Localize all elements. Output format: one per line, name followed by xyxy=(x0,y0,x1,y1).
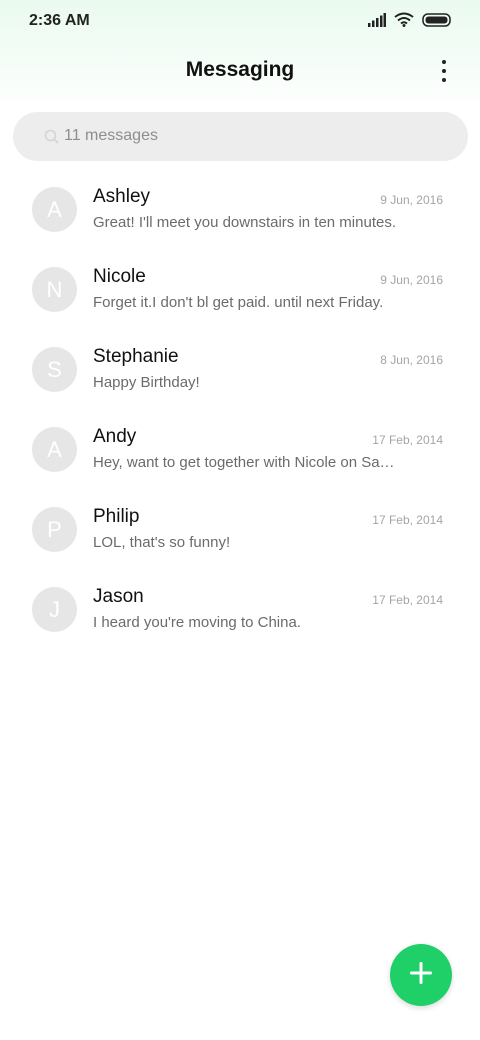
status-bar: 2:36 AM xyxy=(0,0,480,44)
avatar: P xyxy=(32,507,77,552)
search-placeholder: 11 messages xyxy=(64,127,158,144)
message-date: 9 Jun, 2016 xyxy=(380,273,443,287)
more-options-button[interactable] xyxy=(432,56,456,86)
contact-name: Stephanie xyxy=(93,346,179,367)
conversation-list: A Ashley 9 Jun, 2016 Great! I'll meet yo… xyxy=(0,170,480,650)
list-item[interactable]: N Nicole 9 Jun, 2016 Forget it.I don't b… xyxy=(0,250,480,330)
list-item[interactable]: A Andy 17 Feb, 2014 Hey, want to get tog… xyxy=(0,410,480,490)
avatar: N xyxy=(32,267,77,312)
message-preview: Forget it.I don't bl get paid. until nex… xyxy=(93,294,384,311)
wifi-icon xyxy=(394,12,414,32)
more-vert-icon xyxy=(442,60,446,64)
signal-icon xyxy=(368,12,386,32)
contact-name: Nicole xyxy=(93,266,146,287)
list-item[interactable]: S Stephanie 8 Jun, 2016 Happy Birthday! xyxy=(0,330,480,410)
contact-name: Ashley xyxy=(93,186,151,207)
message-preview: Hey, want to get together with Nicole on… xyxy=(93,454,398,471)
avatar: A xyxy=(32,187,77,232)
avatar: A xyxy=(32,427,77,472)
app-bar: Messaging xyxy=(0,48,480,94)
search-icon xyxy=(44,129,59,144)
status-icons xyxy=(368,12,452,32)
status-time: 2:36 AM xyxy=(29,12,90,29)
contact-name: Jason xyxy=(93,586,144,607)
list-item[interactable]: A Ashley 9 Jun, 2016 Great! I'll meet yo… xyxy=(0,170,480,250)
new-message-button[interactable] xyxy=(390,944,452,1006)
battery-icon xyxy=(422,12,452,32)
more-vert-icon-dot xyxy=(442,78,446,82)
message-date: 9 Jun, 2016 xyxy=(380,193,443,207)
more-vert-icon-dot xyxy=(442,69,446,73)
avatar: S xyxy=(32,347,77,392)
message-date: 17 Feb, 2014 xyxy=(372,433,443,447)
plus-icon xyxy=(409,961,433,990)
search-input[interactable]: 11 messages xyxy=(13,112,468,161)
page-title: Messaging xyxy=(185,58,295,81)
message-date: 17 Feb, 2014 xyxy=(372,513,443,527)
contact-name: Andy xyxy=(93,426,137,447)
avatar: J xyxy=(32,587,77,632)
message-preview: Happy Birthday! xyxy=(93,374,200,391)
list-item[interactable]: P Philip 17 Feb, 2014 LOL, that's so fun… xyxy=(0,490,480,570)
message-preview: Great! I'll meet you downstairs in ten m… xyxy=(93,214,396,231)
message-date: 8 Jun, 2016 xyxy=(380,353,443,367)
list-item[interactable]: J Jason 17 Feb, 2014 I heard you're movi… xyxy=(0,570,480,650)
contact-name: Philip xyxy=(93,506,140,527)
message-date: 17 Feb, 2014 xyxy=(372,593,443,607)
message-preview: I heard you're moving to China. xyxy=(93,614,301,631)
message-preview: LOL, that's so funny! xyxy=(93,534,231,551)
